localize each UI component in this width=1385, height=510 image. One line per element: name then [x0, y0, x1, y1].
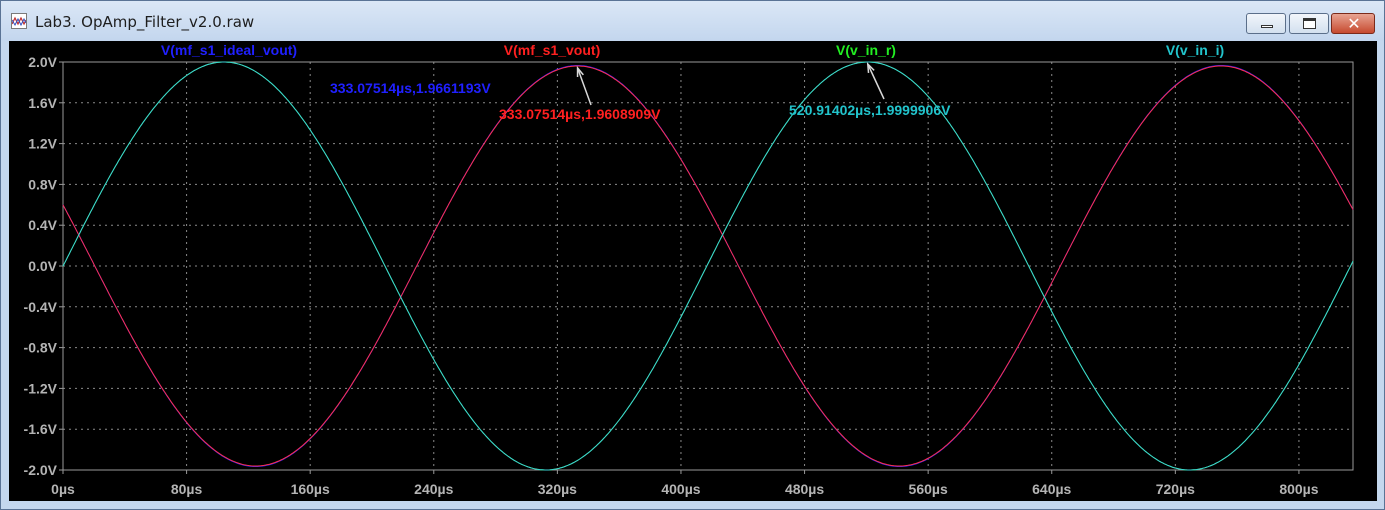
waveform-viewer-window: Lab3. OpAmp_Filter_v2.0.raw ✕ 2.0V 1.6V 1.… — [0, 0, 1385, 510]
waveform-chart[interactable]: 2.0V 1.6V 1.2V 0.8V 0.4V 0.0V -0.4V -0.8V -1.2V -… — [9, 41, 1377, 501]
x-tick-labels: 0µs 80µs 160µs 240µs 320µs 400µs 480µs 560µs 640… — [51, 481, 1319, 497]
window-title: Lab3. OpAmp_Filter_v2.0.raw — [35, 13, 255, 31]
x-tick-label: 240µs — [414, 481, 453, 497]
x-tick-label: 80µs — [171, 481, 203, 497]
cursor-readout: 333.07514µs,1.9661193V — [330, 80, 491, 96]
cursor-readout: 520.91402µs,1.9999906V — [789, 102, 951, 118]
title-bar[interactable]: Lab3. OpAmp_Filter_v2.0.raw ✕ — [1, 1, 1384, 41]
x-tick-label: 480µs — [785, 481, 824, 497]
y-tick-label: -0.4V — [24, 299, 58, 315]
y-tick-label: 2.0V — [28, 54, 57, 70]
grid — [63, 62, 1353, 470]
legend-entry[interactable]: V(v_in_r) — [836, 42, 896, 58]
y-tick-label: -0.8V — [24, 340, 58, 356]
cursor-arrow — [867, 63, 885, 100]
x-tick-label: 720µs — [1156, 481, 1195, 497]
x-tick-label: 560µs — [909, 481, 948, 497]
y-tick-label: 1.2V — [28, 136, 57, 152]
x-tick-label: 320µs — [538, 481, 577, 497]
legend-entry[interactable]: V(mf_s1_vout) — [504, 42, 600, 58]
x-tick-label: 800µs — [1279, 481, 1318, 497]
y-tick-label: 0.0V — [28, 258, 57, 274]
minimize-icon — [1261, 25, 1273, 28]
cursor-annotations: 333.07514µs,1.9661193V 333.07514µs,1.9608… — [330, 62, 951, 122]
y-tick-label: 1.6V — [28, 95, 57, 111]
x-tick-label: 0µs — [51, 481, 75, 497]
close-icon: ✕ — [1347, 14, 1361, 33]
y-tick-label: 0.8V — [28, 176, 57, 192]
cursor-arrow — [576, 67, 592, 106]
legend-entry[interactable]: V(mf_s1_ideal_vout) — [161, 42, 297, 58]
x-tick-label: 400µs — [661, 481, 700, 497]
legend-entry[interactable]: V(v_in_i) — [1166, 42, 1224, 58]
y-tick-label: -2.0V — [24, 462, 58, 478]
y-tick-label: -1.2V — [24, 380, 58, 396]
x-tick-label: 160µs — [291, 481, 330, 497]
maximize-icon — [1303, 18, 1316, 29]
y-tick-label: -1.6V — [24, 421, 58, 437]
y-tick-labels: 2.0V 1.6V 1.2V 0.8V 0.4V 0.0V -0.4V -0.8V -1.2V -… — [24, 54, 58, 478]
waveform-app-icon — [11, 13, 27, 29]
legend: V(mf_s1_ideal_vout) V(mf_s1_vout) V(v_in_r… — [161, 42, 1224, 58]
y-tick-label: 0.4V — [28, 217, 57, 233]
plot-area[interactable]: 2.0V 1.6V 1.2V 0.8V 0.4V 0.0V -0.4V -0.8V -1.2V -… — [9, 41, 1377, 501]
minimize-button[interactable] — [1246, 13, 1286, 34]
close-button[interactable]: ✕ — [1331, 13, 1375, 34]
cursor-readout: 333.07514µs,1.9608909V — [499, 106, 661, 122]
maximize-button[interactable] — [1289, 13, 1329, 34]
x-tick-label: 640µs — [1032, 481, 1071, 497]
